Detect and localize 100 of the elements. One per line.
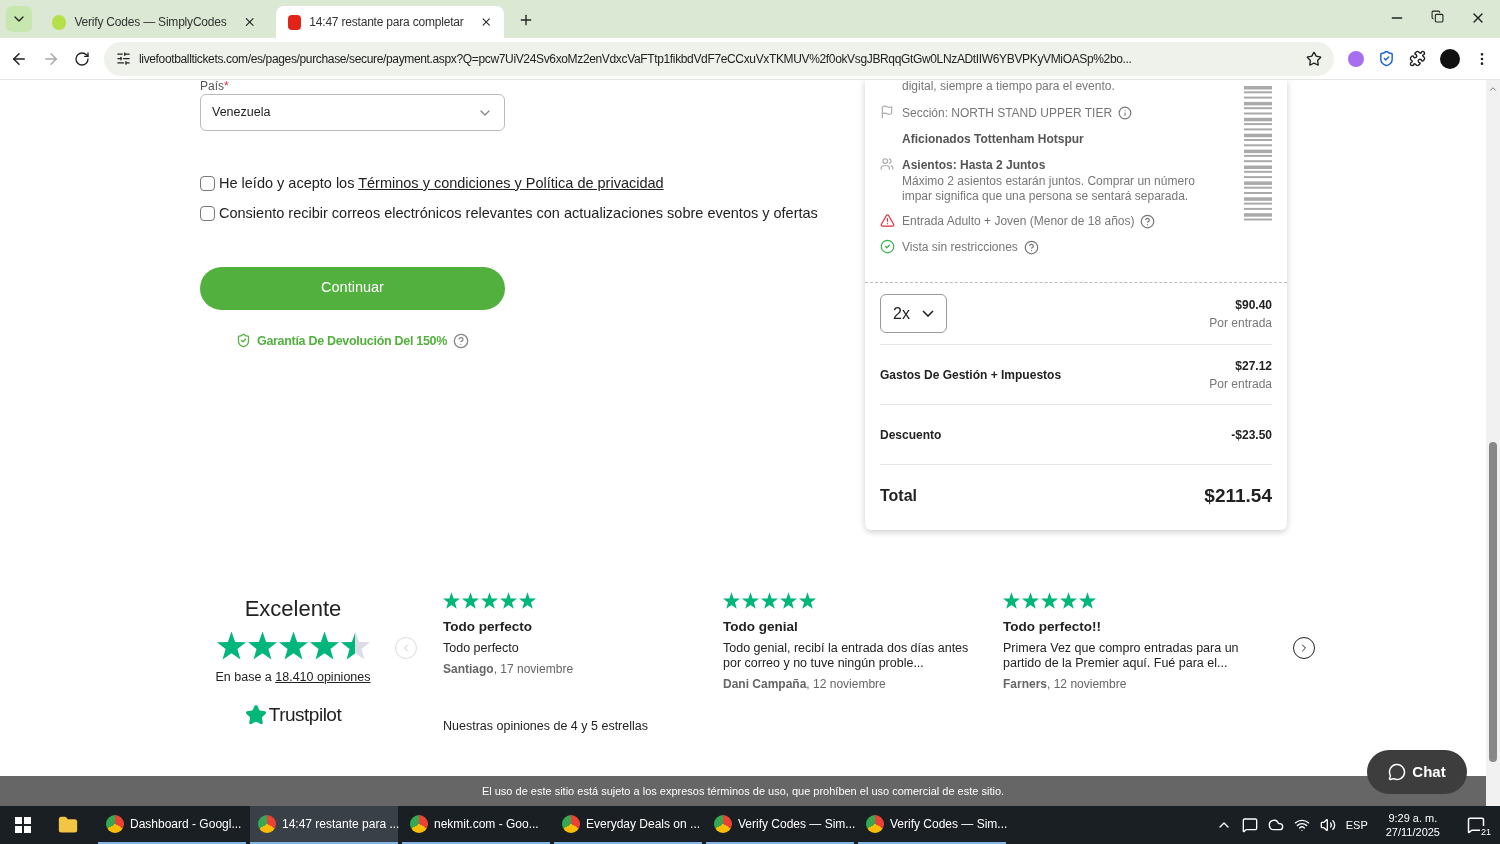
volume-icon[interactable]: [1319, 817, 1336, 833]
review-author: Santiago: [443, 661, 494, 679]
scrollbar[interactable]: [1486, 80, 1500, 806]
warning-icon: [880, 213, 895, 228]
star-icon: [799, 592, 816, 609]
browser-icon: [106, 815, 124, 833]
quantity-select[interactable]: 2x: [880, 294, 947, 333]
terms-link[interactable]: Términos y condiciones y Política de privacidad: [358, 175, 664, 191]
tab-title: Verify Codes — SimplyCodes: [74, 14, 227, 31]
site-logo-icon: [52, 14, 67, 30]
chat-bubble-icon: [1388, 763, 1407, 781]
flag-icon: [880, 105, 894, 119]
consent-text: He leído y acepto los Términos y condiciones y Política de privacidad: [219, 174, 664, 193]
star-icon: [1022, 592, 1039, 609]
star-icon: [340, 631, 370, 660]
clock-time: 9:29 a. m.: [1388, 811, 1438, 825]
trustpilot-logo-text: Trustpilot: [268, 702, 342, 727]
feature-detail: Máximo 2 asientos estarán juntos. Comprar un número impar significa que una persona se sentará separada.: [902, 174, 1196, 204]
chat-button[interactable]: Chat: [1367, 750, 1467, 794]
consent-text: Consiento recibir correos electrónicos relevantes con actualizaciones sobre eventos y ofertas: [219, 203, 818, 223]
tray-icon[interactable]: [1241, 817, 1258, 833]
star-icon: [780, 592, 797, 609]
review-title: Todo perfecto: [443, 618, 533, 636]
feature-text: Entrada Adulto + Joven (Menor de 18 años): [902, 213, 1135, 230]
info-icon[interactable]: [1118, 106, 1133, 120]
feature-text: Vista sin restricciones: [902, 239, 1018, 256]
shield-icon[interactable]: [1378, 50, 1395, 67]
clock-date: 27/11/2025: [1385, 825, 1440, 839]
taskbar-app[interactable]: nekmit.com - Goo...: [402, 806, 550, 844]
review-date: , 12 noviembre: [1047, 676, 1127, 694]
taskbar-app[interactable]: Dashboard - Googl...: [98, 806, 246, 844]
reviews-footnote: Nuestras opiniones de 4 y 5 estrellas: [443, 718, 649, 736]
taskbar-app[interactable]: 14:47 restante para ...: [250, 806, 398, 844]
check-circle-icon: [880, 239, 895, 254]
checkbox[interactable]: [200, 206, 215, 222]
star-icon: [443, 592, 460, 609]
browser-icon: [866, 815, 884, 833]
star-icon: [519, 592, 536, 609]
star-icon: [1003, 592, 1020, 609]
star-icon: [278, 631, 308, 660]
feature-text: Aficionados Tottenham Hotspur: [902, 131, 1084, 148]
browser-icon: [562, 815, 580, 833]
line-note: Por entrada: [1209, 375, 1272, 393]
browser-icon: [714, 815, 732, 833]
browser-tab[interactable]: 14:47 restante para completar: [276, 6, 504, 38]
browser-tab[interactable]: Verify Codes — SimplyCodes: [40, 6, 268, 38]
star-icon: [1079, 592, 1096, 609]
star-icon: [244, 704, 267, 726]
shield-icon: [235, 333, 251, 349]
address-field[interactable]: livefootballtickets.com/es/pages/purchase/secure/payment.aspx?Q=pcw7UiV24Sv6xoMz2enVdxcVaFTtp1fikbdVdF7eCCxuVxTKMUV%2f0okVsgJBRqqGtGw0LNzADtIIW6YBVPKyVMiOASp%2bo...: [104, 41, 1334, 76]
site-settings-icon[interactable]: [116, 51, 131, 66]
browser-icon: [258, 815, 276, 833]
network-icon[interactable]: [1293, 817, 1310, 833]
total-label: Total: [880, 486, 918, 506]
profile-avatar[interactable]: [1440, 48, 1460, 69]
help-icon[interactable]: [453, 332, 470, 349]
language-indicator[interactable]: ESP: [1345, 816, 1368, 834]
intro-text: digital, siempre a tiempo para el evento.: [902, 80, 1116, 92]
extension-icon[interactable]: [1348, 50, 1364, 67]
line-value: $27.12: [1235, 357, 1272, 375]
star-icon: [500, 592, 517, 609]
price-note: Por entrada: [1209, 314, 1272, 332]
star-icon: [1060, 592, 1077, 609]
review-title: Todo perfecto!!: [1003, 618, 1102, 636]
folder-icon[interactable]: [58, 815, 78, 835]
taskbar-app[interactable]: Verify Codes — Sim...: [706, 806, 854, 844]
help-icon[interactable]: [1140, 213, 1156, 229]
star-icon: [723, 592, 740, 609]
feature-text: Asientos: Hasta 2 Juntos: [902, 157, 1046, 174]
field-label: País: [200, 80, 224, 92]
browser-icon: [410, 815, 428, 833]
price-value: $90.40: [1235, 296, 1272, 314]
review-title: Todo genial: [723, 618, 799, 636]
total-value: $211.54: [1204, 483, 1272, 508]
cloud-icon[interactable]: [1267, 817, 1284, 833]
line-label: Descuento: [880, 426, 942, 444]
review-body: Todo perfecto: [443, 641, 520, 657]
star-icon: [742, 592, 759, 609]
country-select[interactable]: Venezuela: [200, 94, 505, 131]
help-icon[interactable]: [1023, 239, 1039, 255]
star-icon: [247, 631, 277, 660]
checkbox[interactable]: [200, 176, 215, 192]
star-icon: [761, 592, 778, 609]
taskbar-app[interactable]: Everyday Deals on ...: [554, 806, 702, 844]
people-icon: [880, 157, 894, 171]
restore-icon[interactable]: [1431, 10, 1444, 23]
extensions-icon[interactable]: [1409, 50, 1426, 67]
line-label: Gastos De Gestión + Impuestos: [880, 366, 1062, 384]
review-count-text: En base a: [215, 669, 273, 686]
bookmark-icon[interactable]: [1306, 50, 1322, 67]
star-icon: [309, 631, 339, 660]
star-icon: [481, 592, 498, 609]
guarantee-text: Garantía De Devolución Del 150%: [256, 332, 448, 350]
new-tab-icon[interactable]: [518, 12, 534, 28]
review-count-link[interactable]: 18.410 opiniones: [275, 668, 371, 687]
review-body: Primera Vez que compro entradas para un partido de la Premier aquí. Fué para el...: [1003, 641, 1240, 672]
star-icon: [216, 631, 246, 660]
reload-icon[interactable]: [74, 50, 90, 67]
footer-text: El uso de este sitio está sujeto a los expresos términos de uso, que prohíben el uso comercial de este sitio.: [481, 785, 1005, 797]
taskbar-app[interactable]: Verify Codes — Sim...: [858, 806, 1006, 844]
